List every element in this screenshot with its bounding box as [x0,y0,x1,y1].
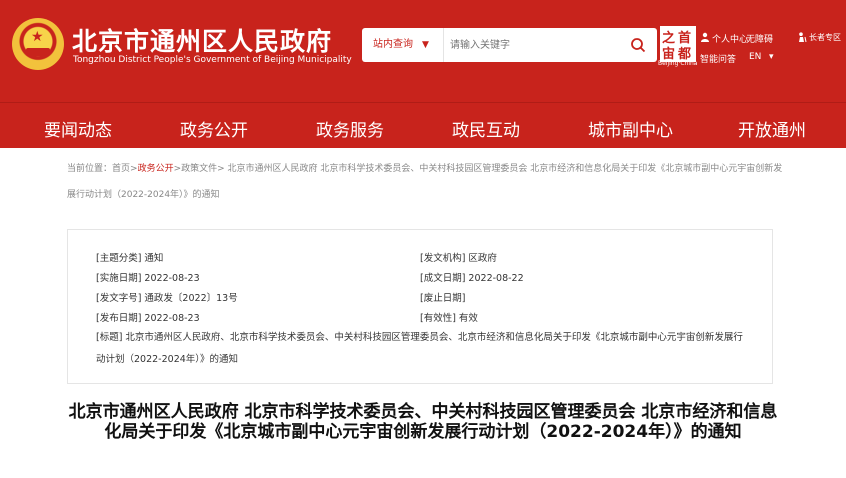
breadcrumb-home[interactable]: 首页 [112,164,130,174]
site-subtitle: Tongzhou District People's Government of… [73,55,352,65]
page: ★ 北京市通州区人民政府 Tongzhou District People's … [0,0,846,478]
document-title: 北京市通州区人民政府 北京市科学技术委员会、中关村科技园区管理委员会 北京市经济… [68,402,778,442]
accessibility-link[interactable]: 无障碍 [746,32,773,45]
meta-publish-date: [发布日期] 2022-08-23 [96,313,200,324]
nav-item-interaction[interactable]: 政民互动 [452,116,520,141]
site-header: ★ 北京市通州区人民政府 Tongzhou District People's … [0,0,846,102]
meta-heading: [标题] 北京市通州区人民政府、北京市科学技术委员会、中关村科技园区管理委员会、… [96,332,743,365]
meta-topic: [主题分类] 通知 [96,253,164,264]
search-input[interactable] [450,37,620,53]
chevron-down-icon: ▼ [422,40,429,50]
chevron-down-icon: ▾ [769,52,774,62]
search-icon[interactable] [630,37,646,53]
breadcrumb-separator: > [130,164,138,174]
national-emblem-icon: ★ [12,18,64,70]
nav-item-gov-affairs-open[interactable]: 政务公开 [180,116,248,141]
user-icon [701,32,709,42]
nav-item-gov-services[interactable]: 政务服务 [316,116,384,141]
meta-repeal-date: [废止日期] [420,293,466,304]
nav-item-sub-center[interactable]: 城市副中心 [588,116,673,141]
site-title[interactable]: 北京市通州区人民政府 [72,22,332,58]
meta-created-date: [成文日期] 2022-08-22 [420,273,524,284]
main-nav: 要闻动态 政务公开 政务服务 政民互动 城市副中心 开放通州 [0,102,846,148]
breadcrumb-separator: > [173,164,182,174]
meta-effective-date: [实施日期] 2022-08-23 [96,273,200,284]
elder-icon [799,32,807,42]
document-metadata-panel: [主题分类] 通知 [发文机构] 区政府 [实施日期] 2022-08-23 [… [67,229,773,384]
capital-logo[interactable]: 之 首 宙 都 [660,26,696,62]
meta-validity: [有效性] 有效 [420,313,478,324]
nav-item-news[interactable]: 要闻动态 [44,116,112,141]
logo-caption: Beijing·China [658,60,698,67]
search-bar: 站内查询 ▼ [362,28,657,62]
meta-issuer: [发文机构] 区政府 [420,253,497,264]
breadcrumb: 当前位置：首页>政务公开>政策文件> 北京市通州区人民政府 北京市科学技术委员会… [67,156,787,208]
smart-qa-link[interactable]: 智能问答 [700,52,736,65]
search-scope-label: 站内查询 [373,39,413,50]
breadcrumb-current-section[interactable]: 政务公开 [138,164,174,174]
meta-doc-number: [发文字号] 通政发〔2022〕13号 [96,293,238,304]
elder-zone-link[interactable]: 长者专区 [809,32,841,43]
language-switch[interactable]: EN [749,52,761,62]
nav-item-open-tongzhou[interactable]: 开放通州 [738,116,806,141]
breadcrumb-label: 当前位置： [67,164,113,174]
search-scope-dropdown[interactable]: 站内查询 ▼ [362,28,444,62]
personal-center-link[interactable]: 个人中心 [712,32,748,45]
